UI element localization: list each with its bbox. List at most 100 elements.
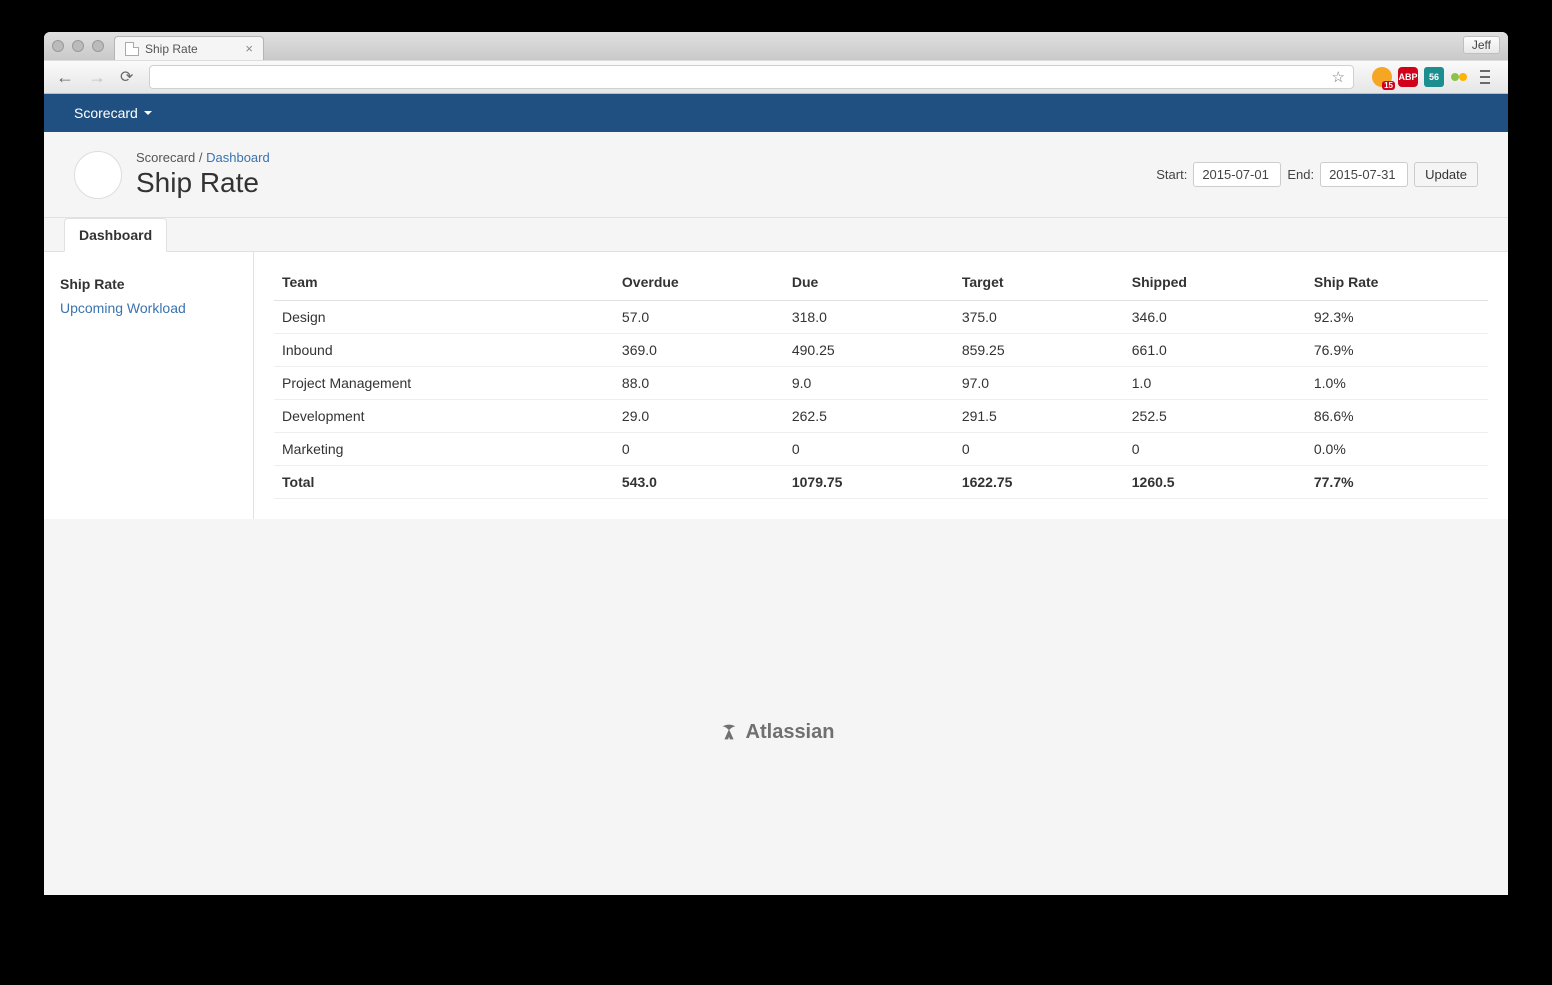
- cell: 318.0: [784, 301, 954, 334]
- back-button[interactable]: ←: [52, 67, 78, 88]
- bookmark-star-icon[interactable]: ☆: [1332, 68, 1345, 86]
- avatar: [74, 151, 122, 199]
- extension-teal-icon[interactable]: 56: [1424, 67, 1444, 87]
- cell: 0: [1124, 433, 1306, 466]
- col-target: Target: [954, 264, 1124, 301]
- extensions: 15 ABP 56: [1366, 67, 1500, 87]
- atlassian-icon: [718, 721, 740, 743]
- atlassian-label: Atlassian: [746, 721, 835, 744]
- end-date-input[interactable]: [1320, 162, 1408, 187]
- cell: 0: [784, 433, 954, 466]
- tab-title: Ship Rate: [145, 42, 198, 56]
- footer: Atlassian: [44, 519, 1508, 895]
- extension-abp-icon[interactable]: ABP: [1398, 67, 1418, 87]
- page-title: Ship Rate: [136, 167, 270, 199]
- cell: 1622.75: [954, 466, 1124, 499]
- user-badge[interactable]: Jeff: [1463, 36, 1500, 54]
- breadcrumb-dashboard-link[interactable]: Dashboard: [206, 150, 270, 165]
- close-tab-icon[interactable]: ×: [245, 41, 253, 56]
- cell: Project Management: [274, 367, 614, 400]
- main: Team Overdue Due Target Shipped Ship Rat…: [254, 252, 1508, 519]
- cell: Design: [274, 301, 614, 334]
- sidebar: Ship Rate Upcoming Workload: [44, 252, 254, 519]
- table-row: Project Management 88.0 9.0 97.0 1.0 1.0…: [274, 367, 1488, 400]
- close-window-icon[interactable]: [52, 40, 64, 52]
- cell: 252.5: [1124, 400, 1306, 433]
- breadcrumb-sep: /: [199, 150, 203, 165]
- browser-toolbar: ← → ⟳ ☆ 15 ABP 56: [44, 60, 1508, 94]
- minimize-window-icon[interactable]: [72, 40, 84, 52]
- cell: 9.0: [784, 367, 954, 400]
- cell: 0: [614, 433, 784, 466]
- breadcrumb-root: Scorecard: [136, 150, 195, 165]
- atlassian-logo: Atlassian: [718, 569, 835, 895]
- reload-button[interactable]: ⟳: [116, 67, 137, 87]
- cell: 369.0: [614, 334, 784, 367]
- sidebar-item-upcoming-workload[interactable]: Upcoming Workload: [60, 296, 237, 320]
- table-total-row: Total 543.0 1079.75 1622.75 1260.5 77.7%: [274, 466, 1488, 499]
- cell: 490.25: [784, 334, 954, 367]
- table-header-row: Team Overdue Due Target Shipped Ship Rat…: [274, 264, 1488, 301]
- cell: 1260.5: [1124, 466, 1306, 499]
- content: Ship Rate Upcoming Workload Team Overdue…: [44, 252, 1508, 519]
- start-date-input[interactable]: [1193, 162, 1281, 187]
- browser-tab-bar: Ship Rate × Jeff: [44, 32, 1508, 60]
- forward-button[interactable]: →: [84, 67, 110, 88]
- table-row: Marketing 0 0 0 0 0.0%: [274, 433, 1488, 466]
- extension-orange-icon[interactable]: 15: [1372, 67, 1392, 87]
- cell: 375.0: [954, 301, 1124, 334]
- browser-tab[interactable]: Ship Rate ×: [114, 36, 264, 60]
- cell: 291.5: [954, 400, 1124, 433]
- cell: Total: [274, 466, 614, 499]
- cell: 543.0: [614, 466, 784, 499]
- start-label: Start:: [1156, 167, 1187, 182]
- date-controls: Start: End: Update: [1156, 162, 1478, 187]
- cell: 92.3%: [1306, 301, 1488, 334]
- extension-green-icon[interactable]: [1450, 71, 1470, 83]
- cell: 1.0%: [1306, 367, 1488, 400]
- cell: Development: [274, 400, 614, 433]
- url-bar[interactable]: ☆: [149, 65, 1354, 89]
- col-team: Team: [274, 264, 614, 301]
- page-tabs: Dashboard: [44, 218, 1508, 252]
- cell: Inbound: [274, 334, 614, 367]
- cell: 0: [954, 433, 1124, 466]
- cell: 661.0: [1124, 334, 1306, 367]
- cell: 77.7%: [1306, 466, 1488, 499]
- table-row: Inbound 369.0 490.25 859.25 661.0 76.9%: [274, 334, 1488, 367]
- cell: 346.0: [1124, 301, 1306, 334]
- cell: 1.0: [1124, 367, 1306, 400]
- scorecard-menu-label: Scorecard: [74, 105, 138, 121]
- app-nav: Scorecard: [44, 94, 1508, 132]
- cell: 57.0: [614, 301, 784, 334]
- cell: 262.5: [784, 400, 954, 433]
- cell: 97.0: [954, 367, 1124, 400]
- cell: 76.9%: [1306, 334, 1488, 367]
- scorecard-menu[interactable]: Scorecard: [74, 105, 152, 121]
- cell: 88.0: [614, 367, 784, 400]
- ship-rate-table: Team Overdue Due Target Shipped Ship Rat…: [274, 264, 1488, 499]
- cell: 29.0: [614, 400, 784, 433]
- end-label: End:: [1287, 167, 1314, 182]
- maximize-window-icon[interactable]: [92, 40, 104, 52]
- table-row: Development 29.0 262.5 291.5 252.5 86.6%: [274, 400, 1488, 433]
- header-text: Scorecard / Dashboard Ship Rate: [136, 150, 270, 199]
- cell: Marketing: [274, 433, 614, 466]
- page-header: Scorecard / Dashboard Ship Rate Start: E…: [44, 132, 1508, 218]
- browser-window: Ship Rate × Jeff ← → ⟳ ☆ 15 ABP 56 Score…: [44, 32, 1508, 895]
- traffic-lights: [52, 40, 104, 52]
- cell: 86.6%: [1306, 400, 1488, 433]
- tab-dashboard[interactable]: Dashboard: [64, 218, 167, 252]
- breadcrumb: Scorecard / Dashboard: [136, 150, 270, 165]
- col-overdue: Overdue: [614, 264, 784, 301]
- col-ship-rate: Ship Rate: [1306, 264, 1488, 301]
- sidebar-item-ship-rate[interactable]: Ship Rate: [60, 272, 237, 296]
- cell: 859.25: [954, 334, 1124, 367]
- extension-orange-badge: 15: [1382, 81, 1395, 90]
- chevron-down-icon: [144, 111, 152, 115]
- cell: 0.0%: [1306, 433, 1488, 466]
- table-row: Design 57.0 318.0 375.0 346.0 92.3%: [274, 301, 1488, 334]
- cell: 1079.75: [784, 466, 954, 499]
- update-button[interactable]: Update: [1414, 162, 1478, 187]
- menu-icon[interactable]: [1476, 70, 1494, 84]
